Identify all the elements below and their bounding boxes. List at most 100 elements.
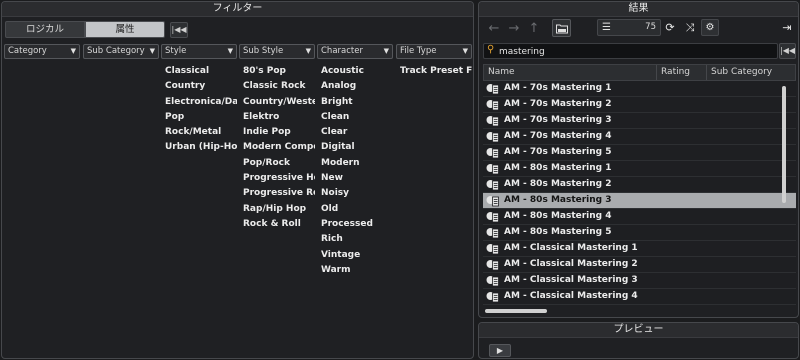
filter-reset-button[interactable]: |◀◀ xyxy=(170,22,188,38)
forward-arrow-icon[interactable]: → xyxy=(506,21,522,37)
table-row[interactable]: AM - Classical Mastering 1 xyxy=(483,241,796,257)
filter-item[interactable]: Classic Rock xyxy=(243,79,315,94)
filter-item[interactable]: Pop/Rock xyxy=(243,156,315,171)
filter-item[interactable]: Country/Western xyxy=(243,95,315,110)
filter-item[interactable]: Vintage xyxy=(321,248,393,263)
row-name: AM - 80s Mastering 3 xyxy=(504,195,612,205)
filter-item[interactable]: Classical xyxy=(165,64,237,79)
filter-item[interactable]: Noisy xyxy=(321,186,393,201)
table-row[interactable]: AM - 80s Mastering 4 xyxy=(483,209,796,225)
filter-item[interactable]: Bright xyxy=(321,95,393,110)
filter-item[interactable]: Modern Composi xyxy=(243,140,315,155)
table-row[interactable]: AM - 70s Mastering 3 xyxy=(483,113,796,129)
column-header-name[interactable]: Name xyxy=(484,65,657,80)
row-name: AM - Classical Mastering 3 xyxy=(504,275,638,285)
filter-item[interactable]: Pop xyxy=(165,110,237,125)
table-row[interactable]: AM - 70s Mastering 4 xyxy=(483,129,796,145)
table-row[interactable]: AM - 80s Mastering 2 xyxy=(483,177,796,193)
table-row[interactable]: AM - 70s Mastering 2 xyxy=(483,97,796,113)
filter-item[interactable]: Electronica/Danc xyxy=(165,95,237,110)
results-panel: 結果 ← → ↑ ☰ 75 ⟳ ⤨ ⚙ ⇥ ⚲ |◀◀ Name Rating … xyxy=(478,1,799,318)
filter-item[interactable]: Clean xyxy=(321,110,393,125)
filter-item[interactable]: Old xyxy=(321,202,393,217)
dropdown-arrow-icon: ▼ xyxy=(149,47,155,55)
filter-item[interactable]: Elektro xyxy=(243,110,315,125)
filter-item[interactable]: Track Preset File xyxy=(400,64,472,79)
filter-item[interactable]: Rock/Metal xyxy=(165,125,237,140)
dropdown-arrow-icon: ▼ xyxy=(70,47,76,55)
filter-item[interactable]: Acoustic xyxy=(321,64,393,79)
sub-category-dropdown[interactable]: Sub Category ▼ xyxy=(83,44,159,59)
row-name: AM - 80s Mastering 5 xyxy=(504,227,612,237)
row-name: AM - 70s Mastering 5 xyxy=(504,147,612,157)
horizontal-scrollbar[interactable] xyxy=(485,309,547,313)
row-name: AM - 70s Mastering 4 xyxy=(504,131,612,141)
browse-folder-button[interactable] xyxy=(552,19,571,37)
sub-style-dropdown[interactable]: Sub Style ▼ xyxy=(239,44,315,59)
table-body: AM - 70s Mastering 1 AM - 70s Mastering 2… xyxy=(483,81,796,305)
column-header-sub-category[interactable]: Sub Category xyxy=(707,65,795,80)
dropdown-arrow-icon: ▼ xyxy=(227,47,233,55)
category-dropdown[interactable]: Category ▼ xyxy=(4,44,80,59)
filter-item[interactable]: Rich xyxy=(321,232,393,247)
filter-item[interactable]: 80's Pop xyxy=(243,64,315,79)
category-column: Category ▼ xyxy=(4,44,80,64)
table-row[interactable]: AM - Classical Mastering 3 xyxy=(483,273,796,289)
filter-item[interactable]: Indie Pop xyxy=(243,125,315,140)
track-preset-icon xyxy=(486,291,499,303)
row-name: AM - 80s Mastering 2 xyxy=(504,179,612,189)
dropdown-arrow-icon: ▼ xyxy=(305,47,311,55)
table-row[interactable]: AM - Classical Mastering 2 xyxy=(483,257,796,273)
character-dropdown[interactable]: Character ▼ xyxy=(317,44,393,59)
search-input[interactable] xyxy=(499,45,769,58)
file-type-dropdown[interactable]: File Type ▼ xyxy=(396,44,472,59)
settings-button[interactable]: ⚙ xyxy=(701,19,719,36)
shuffle-icon[interactable]: ⤨ xyxy=(682,20,698,36)
filter-item[interactable]: Modern xyxy=(321,156,393,171)
search-reset-button[interactable]: |◀◀ xyxy=(779,43,796,59)
filter-item[interactable]: Digital xyxy=(321,140,393,155)
table-row[interactable]: AM - 70s Mastering 5 xyxy=(483,145,796,161)
search-icon: ⚲ xyxy=(487,44,495,55)
table-row[interactable]: AM - 70s Mastering 1 xyxy=(483,81,796,97)
export-button[interactable]: ⇥ xyxy=(778,19,796,37)
preview-panel: プレビュー ▶ xyxy=(478,322,799,359)
up-arrow-icon[interactable]: ↑ xyxy=(526,21,542,37)
filter-item[interactable]: Warm xyxy=(321,263,393,278)
tab-attribute[interactable]: 属性 xyxy=(85,21,165,38)
track-preset-icon xyxy=(486,131,499,143)
sync-icon[interactable]: ⟳ xyxy=(662,20,678,36)
table-row[interactable]: AM - 80s Mastering 1 xyxy=(483,161,796,177)
table-row[interactable]: AM - 80s Mastering 5 xyxy=(483,225,796,241)
filter-title: フィルター xyxy=(2,2,473,17)
filter-item[interactable]: Processed xyxy=(321,217,393,232)
filter-item[interactable]: New xyxy=(321,171,393,186)
track-preset-icon xyxy=(486,227,499,239)
search-field[interactable]: ⚲ xyxy=(483,43,778,59)
table-row[interactable]: AM - 80s Mastering 3 xyxy=(483,193,796,209)
tab-logical[interactable]: ロジカル xyxy=(5,21,85,38)
preview-play-button[interactable]: ▶ xyxy=(489,344,511,357)
back-arrow-icon[interactable]: ← xyxy=(486,21,502,37)
row-name: AM - Classical Mastering 1 xyxy=(504,243,638,253)
gear-icon: ⚙ xyxy=(705,22,715,33)
column-header-rating[interactable]: Rating xyxy=(657,65,707,80)
filter-item[interactable]: Progressive Rock xyxy=(243,186,315,201)
filter-item[interactable]: Country xyxy=(165,79,237,94)
filter-item[interactable]: Progressive Hous xyxy=(243,171,315,186)
dropdown-arrow-icon: ▼ xyxy=(383,47,389,55)
table-row[interactable]: AM - Classical Mastering 4 xyxy=(483,289,796,305)
filter-item[interactable]: Urban (Hip-Hop / xyxy=(165,140,237,155)
results-table: Name Rating Sub Category AM - 70s Master… xyxy=(483,64,796,314)
file-type-column: File Type ▼ Track Preset File xyxy=(396,44,472,79)
vertical-scrollbar[interactable] xyxy=(782,86,786,203)
character-column: Character ▼ Acoustic Analog Bright Clean Cle… xyxy=(317,44,393,278)
filter-item[interactable]: Rap/Hip Hop xyxy=(243,202,315,217)
style-column: Style ▼ ClassicalCountryElectronica/Danc… xyxy=(161,44,237,156)
style-dropdown[interactable]: Style ▼ xyxy=(161,44,237,59)
filter-item[interactable]: Clear xyxy=(321,125,393,140)
filter-item[interactable]: Rock & Roll xyxy=(243,217,315,232)
filter-item[interactable]: Analog xyxy=(321,79,393,94)
folder-icon xyxy=(556,24,568,34)
track-preset-icon xyxy=(486,259,499,271)
